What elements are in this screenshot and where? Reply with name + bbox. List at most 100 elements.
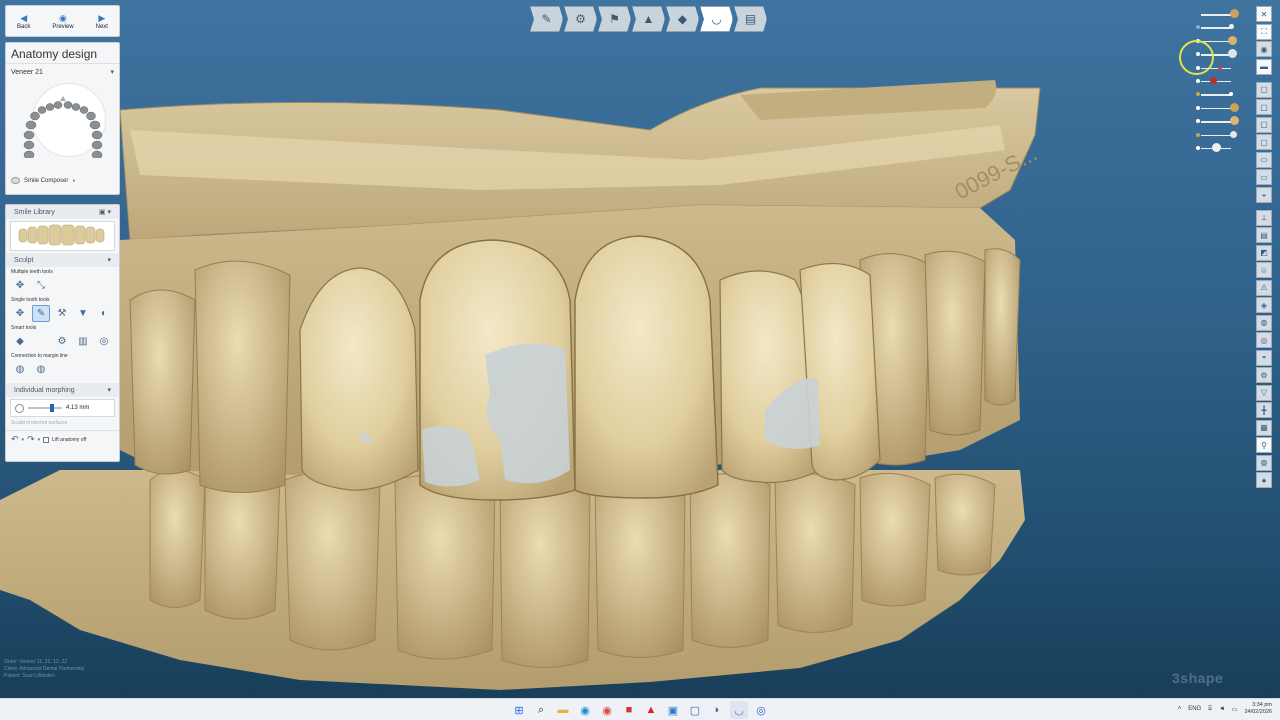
mail-app-icon[interactable]: ▣	[664, 701, 682, 719]
smile-library-thumbnail[interactable]	[10, 221, 115, 251]
panel-title: Anatomy design	[6, 43, 119, 64]
view-bottom-icon[interactable]: ▭	[1256, 169, 1272, 185]
visibility-slider[interactable]	[1192, 21, 1244, 34]
blank-tool-icon[interactable]: ·	[32, 333, 50, 350]
library-view-icon[interactable]: ▣	[99, 209, 106, 216]
cement-icon[interactable]: ▲	[632, 6, 665, 32]
chrome-icon[interactable]: ◉	[598, 701, 616, 719]
anatomy-icon[interactable]: ◡	[700, 6, 733, 32]
margin-icon[interactable]: ⚙	[564, 6, 597, 32]
snapshot-icon[interactable]: ◍	[1256, 454, 1272, 471]
file-explorer-icon[interactable]: ▬	[554, 701, 572, 719]
cap-icon[interactable]: ▬	[1256, 58, 1272, 75]
fullscreen-icon[interactable]: ⛶	[1256, 23, 1272, 40]
volume-icon[interactable]: ◄	[1219, 706, 1225, 712]
chevron-down-icon[interactable]: ▾	[22, 437, 25, 443]
view-front-icon[interactable]: ▢	[1256, 81, 1272, 98]
tooth-select-dropdown[interactable]: Veneer 21 ▾	[6, 64, 119, 80]
smooth-tool-icon[interactable]: ◐	[95, 305, 113, 322]
lift-anatomy-checkbox[interactable]	[43, 436, 50, 443]
gingiva-icon[interactable]: ◓	[1256, 349, 1272, 366]
margin-connect-icon[interactable]: ◍	[11, 361, 29, 378]
network-icon[interactable]: ⌸	[1208, 706, 1212, 713]
media-app-icon[interactable]: ■	[620, 701, 638, 719]
pdf-reader-icon[interactable]: ▲	[642, 701, 660, 719]
edge-browser-icon[interactable]: ◉	[576, 701, 594, 719]
sculpt-protected-checkbox[interactable]: Sculpt protected surfaces	[6, 419, 119, 427]
smart-shape-tool-icon[interactable]: ◆	[11, 333, 29, 350]
visibility-slider[interactable]	[1192, 75, 1244, 88]
slider-thumb[interactable]	[50, 404, 54, 412]
slider-track[interactable]	[28, 404, 62, 412]
margin-adapt-icon[interactable]: ◍	[32, 361, 50, 378]
chevron-down-icon[interactable]: ▾	[38, 437, 41, 443]
record-icon[interactable]: ●	[1256, 472, 1272, 488]
frame-tool-icon[interactable]: ▥	[74, 333, 92, 350]
sculpt-header[interactable]: Sculpt ▾	[6, 253, 119, 267]
tooth-arch-diagram[interactable]	[20, 83, 110, 158]
warning-icon[interactable]: ⚠	[1256, 279, 1272, 296]
wax-knife-tool-icon[interactable]: ⚒	[53, 305, 71, 322]
dental-model[interactable]: 0099-S...	[0, 0, 1280, 698]
grid-icon[interactable]: ▦	[1256, 419, 1272, 436]
back-button[interactable]: ◀ Back	[17, 13, 30, 30]
visibility-slider[interactable]	[1192, 88, 1244, 101]
dental-system-icon[interactable]: ▢	[686, 701, 704, 719]
view-icon[interactable]: ◉	[1256, 41, 1272, 57]
multi-move-tool-icon[interactable]: ✥	[11, 277, 29, 294]
arrow-left-icon: ◀	[20, 12, 28, 23]
morphing-radius-slider[interactable]: 4.13 mm	[10, 399, 115, 417]
cusp-tool-icon[interactable]: ▼	[74, 305, 92, 322]
sculpt-brush-tool-icon[interactable]: ✎	[32, 305, 50, 322]
multi-scale-tool-icon[interactable]: ⤡	[32, 277, 50, 294]
tooth-library-icon[interactable]: ⚲	[1256, 437, 1272, 453]
preview-button[interactable]: ◉ Preview	[52, 13, 73, 30]
rotate-tool-icon[interactable]: ◎	[95, 333, 113, 350]
prep-icon[interactable]: ✎	[530, 6, 563, 32]
view-top-icon[interactable]: ▭	[1256, 151, 1272, 168]
undo-icon[interactable]: ↶	[11, 434, 19, 445]
settings-icon[interactable]: ⚙	[1256, 367, 1272, 383]
dental-designer-icon[interactable]: ◡	[730, 701, 748, 719]
occlusal-icon[interactable]: ◒	[1256, 186, 1272, 203]
measure-icon[interactable]: ⟂	[1256, 209, 1272, 226]
smile-library-header[interactable]: Smile Library ▣ ▾	[6, 205, 119, 219]
radius-icon	[15, 403, 24, 413]
chevron-up-icon[interactable]: ˄	[1178, 706, 1182, 712]
finish-icon[interactable]: ▤	[734, 6, 767, 32]
smile-composer-toggle[interactable]: Smile Composer ●	[11, 177, 75, 184]
close-icon[interactable]: ✕	[1256, 6, 1272, 22]
visibility-slider[interactable]	[1192, 142, 1244, 155]
align-icon[interactable]: ╋	[1256, 402, 1272, 418]
battery-icon[interactable]: ▭	[1232, 706, 1238, 713]
view-back-icon[interactable]: ▢	[1256, 99, 1272, 115]
visibility-slider[interactable]	[1192, 8, 1244, 21]
texture-icon[interactable]: ◎	[1256, 332, 1272, 348]
support-app-icon[interactable]: ◎	[752, 701, 770, 719]
search-icon[interactable]: ⌕	[532, 701, 550, 719]
clock[interactable]: 3:34 pm 24/02/2026	[1244, 702, 1272, 716]
redo-icon[interactable]: ↷	[27, 434, 35, 445]
next-button[interactable]: ▶ Next	[96, 13, 108, 30]
insertion-icon[interactable]: ⚑	[598, 6, 631, 32]
transparency-icon[interactable]: ◈	[1256, 297, 1272, 313]
filter-icon[interactable]: ▽	[1256, 384, 1272, 401]
adapt-icon[interactable]: ◆	[666, 6, 699, 32]
windows-start-icon[interactable]: ⊞	[510, 701, 528, 719]
view-left-icon[interactable]: ▢	[1256, 116, 1272, 133]
clip-icon[interactable]: ◩	[1256, 244, 1272, 261]
3d-viewport[interactable]: 0099-S...	[0, 0, 1280, 698]
single-move-tool-icon[interactable]: ✥	[11, 305, 29, 322]
face-icon[interactable]: ☺	[1256, 262, 1272, 278]
individual-morphing-header[interactable]: Individual morphing ▾	[6, 383, 119, 397]
scan-app-icon[interactable]: ◗	[708, 701, 726, 719]
color-map-icon[interactable]: ◍	[1256, 314, 1272, 331]
visibility-slider[interactable]	[1192, 102, 1244, 115]
language-indicator[interactable]: ENG	[1188, 706, 1201, 712]
contact-tool-icon[interactable]: ⚙	[53, 333, 71, 350]
visibility-slider[interactable]	[1192, 129, 1244, 142]
visibility-sliders	[1192, 8, 1244, 155]
section-icon[interactable]: ▤	[1256, 227, 1272, 243]
visibility-slider[interactable]	[1192, 115, 1244, 128]
view-right-icon[interactable]: ▢	[1256, 134, 1272, 150]
